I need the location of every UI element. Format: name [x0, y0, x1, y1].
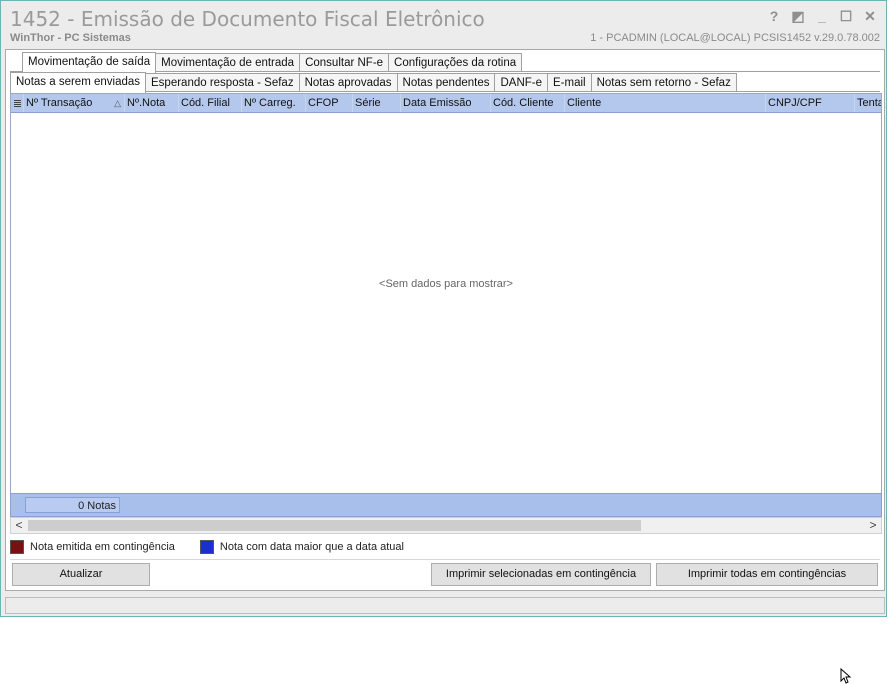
col-header-data-emissao[interactable]: Data Emissão	[401, 94, 491, 112]
tab-movimentacao-entrada[interactable]: Movimentação de entrada	[155, 53, 301, 72]
legend-item-contingencia: Nota emitida em contingência	[10, 540, 175, 554]
tab-notas-pendentes[interactable]: Notas pendentes	[396, 73, 496, 92]
refresh-button[interactable]: Atualizar	[12, 563, 150, 586]
col-header-filial[interactable]: Cód. Filial	[179, 94, 242, 112]
notes-count: 0 Notas	[25, 497, 120, 513]
status-bar	[5, 597, 885, 614]
window-title: 1452 - Emissão de Documento Fiscal Eletr…	[10, 7, 485, 31]
legend-swatch-red	[10, 540, 24, 554]
col-header-cfop[interactable]: CFOP	[306, 94, 353, 112]
col-header-carreg[interactable]: Nº Carreg.	[242, 94, 306, 112]
col-header-cod-cliente[interactable]: Cód. Cliente	[491, 94, 565, 112]
tab-movimentacao-saida[interactable]: Movimentação de saída	[22, 52, 157, 73]
button-separator	[10, 559, 880, 560]
col-header-cnpj[interactable]: CNPJ/CPF	[766, 94, 855, 112]
tab-notas-aprovadas[interactable]: Notas aprovadas	[298, 73, 398, 92]
window-controls: ? ◩ _ ☐ ✕	[764, 7, 880, 25]
scroll-right-icon[interactable]: >	[865, 518, 881, 533]
tab-configuracoes[interactable]: Configurações da rotina	[388, 53, 523, 72]
horizontal-scrollbar[interactable]: < >	[10, 517, 882, 534]
help-icon[interactable]: ?	[764, 7, 784, 25]
main-panel: Movimentação de saída Movimentação de en…	[5, 49, 885, 591]
tab-consultar-nfe[interactable]: Consultar NF-e	[299, 53, 390, 72]
col-header-tentativas[interactable]: Tenta	[855, 94, 881, 112]
sort-asc-icon: △	[114, 98, 121, 108]
scroll-thumb[interactable]	[28, 520, 641, 531]
maximize-icon[interactable]: ☐	[836, 7, 856, 25]
notes-grid[interactable]: Nº Transação △ Nº.Nota Cód. Filial Nº Ca…	[10, 93, 882, 518]
print-all-button[interactable]: Imprimir todas em contingências	[656, 563, 878, 586]
tab-notas-serem-enviadas[interactable]: Notas a serem enviadas	[10, 72, 147, 93]
legend-swatch-blue	[199, 540, 214, 554]
empty-message: <Sem dados para mostrar>	[379, 278, 513, 290]
scroll-left-icon[interactable]: <	[11, 518, 27, 533]
sub-tabs: Notas a serem enviadas Esperando respost…	[10, 72, 737, 93]
tab-notas-sem-retorno[interactable]: Notas sem retorno - Sefaz	[590, 73, 737, 92]
grid-footer: 0 Notas	[10, 493, 882, 517]
col-header-nota[interactable]: Nº.Nota	[125, 94, 179, 112]
title-bar: 1452 - Emissão de Documento Fiscal Eletr…	[1, 1, 886, 49]
col-header-cliente[interactable]: Cliente	[565, 94, 766, 112]
col-header-transacao[interactable]: Nº Transação △	[24, 94, 125, 112]
legend-item-data-maior: Nota com data maior que a data atual	[199, 540, 404, 554]
user-info: 1 - PCADMIN (LOCAL@LOCAL) PCSIS1452 v.29…	[590, 32, 880, 44]
legend: Nota emitida em contingência Nota com da…	[10, 538, 429, 556]
legend-label: Nota com data maior que a data atual	[219, 541, 404, 553]
grid-header: Nº Transação △ Nº.Nota Cód. Filial Nº Ca…	[11, 94, 881, 113]
mouse-cursor-icon	[840, 668, 852, 684]
tab-email[interactable]: E-mail	[547, 73, 592, 92]
column-chooser-icon[interactable]	[11, 94, 24, 112]
theme-icon[interactable]: ◩	[788, 7, 808, 25]
window-subtitle: WinThor - PC Sistemas	[10, 32, 131, 44]
minimize-icon[interactable]: _	[812, 7, 832, 25]
tab-esperando-resposta[interactable]: Esperando resposta - Sefaz	[145, 73, 300, 92]
main-tabs: Movimentação de saída Movimentação de en…	[22, 52, 523, 73]
print-selected-button[interactable]: Imprimir selecionadas em contingência	[431, 563, 651, 586]
legend-label: Nota emitida em contingência	[30, 541, 175, 553]
app-window: 1452 - Emissão de Documento Fiscal Eletr…	[0, 0, 887, 617]
col-label: Nº Transação	[26, 97, 93, 109]
tab-danfe[interactable]: DANF-e	[494, 73, 549, 92]
close-icon[interactable]: ✕	[860, 7, 880, 25]
col-header-serie[interactable]: Série	[353, 94, 401, 112]
